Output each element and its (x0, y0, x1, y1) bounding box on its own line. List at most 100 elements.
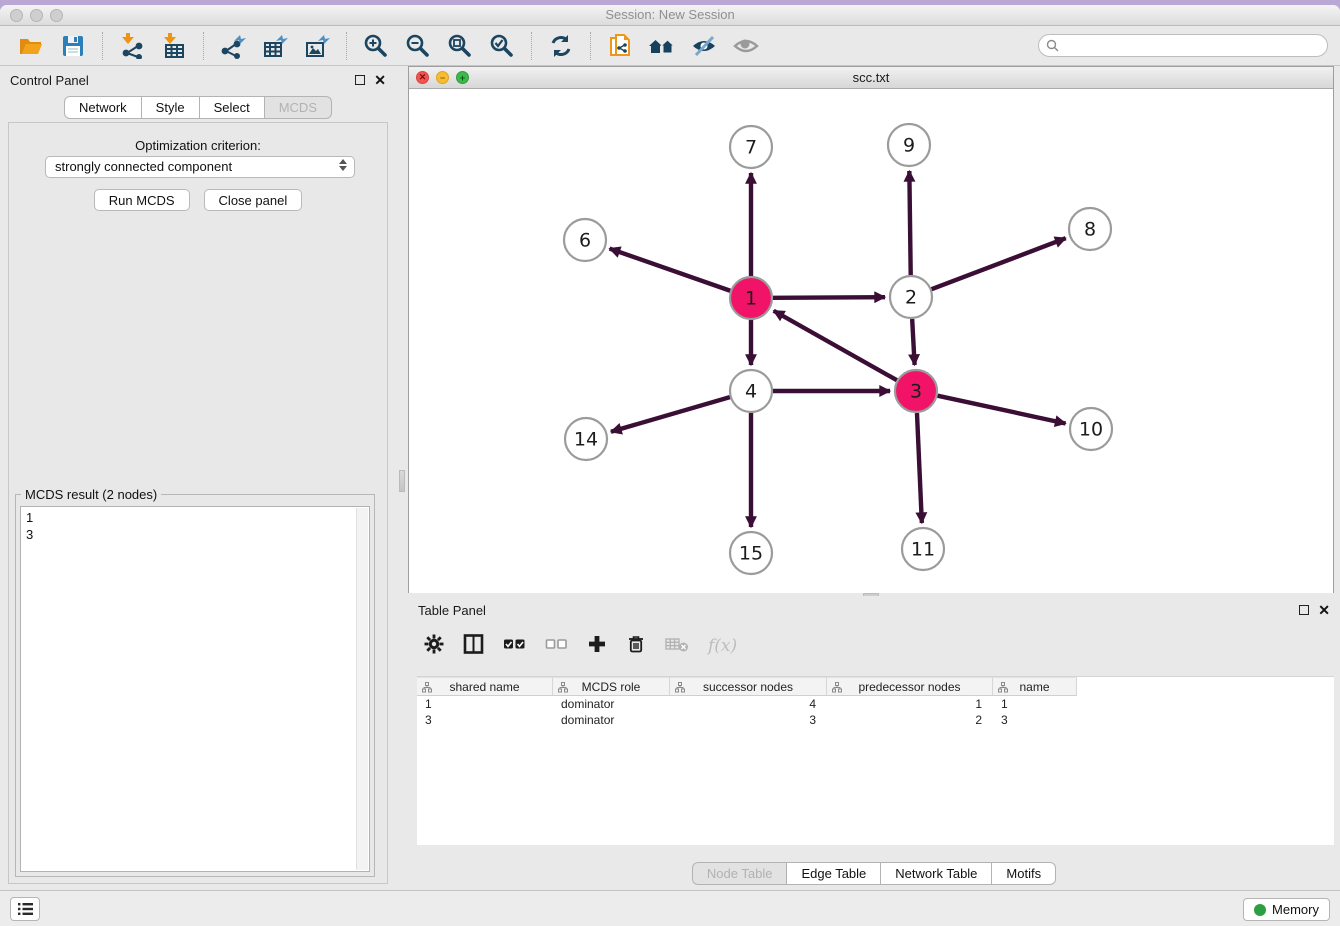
mcds-result-text[interactable]: 13 (20, 506, 370, 872)
tab-network[interactable]: Network (64, 96, 142, 119)
save-session-icon[interactable] (56, 30, 90, 62)
tab-select[interactable]: Select (200, 96, 265, 119)
mcds-panel: Optimization criterion: strongly connect… (8, 122, 388, 884)
column-header-MCDS-role[interactable]: MCDS role (553, 677, 670, 696)
export-table-icon[interactable] (258, 30, 292, 62)
table-cell[interactable]: 2 (827, 712, 993, 728)
search-icon (1046, 39, 1059, 52)
first-neighbors-icon[interactable] (645, 30, 679, 62)
delete-rows-icon[interactable] (626, 634, 646, 659)
tab-network-table[interactable]: Network Table (881, 862, 992, 885)
float-panel-icon[interactable] (1299, 605, 1309, 615)
network-window: ✕ − + scc.txt 1234678910111415 (408, 66, 1334, 593)
result-line: 3 (26, 526, 364, 543)
graph-node-label: 11 (911, 539, 935, 561)
control-panel-tabs: NetworkStyleSelectMCDS (0, 96, 396, 119)
table-toolbar: f(x) (424, 628, 737, 664)
table-cell[interactable]: dominator (553, 712, 670, 728)
graph-node-label: 2 (905, 287, 917, 309)
task-history-button[interactable] (10, 897, 40, 921)
column-header-successor-nodes[interactable]: successor nodes (670, 677, 827, 696)
memory-button[interactable]: Memory (1243, 898, 1330, 921)
zoom-out-icon[interactable] (401, 30, 435, 62)
graph-edge-3-1[interactable] (774, 311, 897, 380)
select-all-icon[interactable] (503, 634, 526, 659)
table-cell[interactable]: 3 (993, 712, 1077, 728)
graph-edge-2-9[interactable] (909, 171, 910, 275)
graph-edge-3-10[interactable] (937, 396, 1065, 424)
close-panel-icon[interactable]: ✕ (1318, 605, 1330, 615)
table-cell[interactable]: 1 (993, 696, 1077, 712)
select-arrows-icon (339, 159, 347, 171)
graph-node-label: 10 (1079, 419, 1103, 441)
search-container (1038, 34, 1328, 57)
column-header-predecessor-nodes[interactable]: predecessor nodes (827, 677, 993, 696)
graph-node-label: 1 (745, 288, 757, 310)
column-header-name[interactable]: name (993, 677, 1077, 696)
vertical-splitter[interactable] (396, 66, 408, 890)
table-cell[interactable]: 4 (670, 696, 827, 712)
table-cell[interactable]: 3 (670, 712, 827, 728)
network-title: scc.txt (409, 67, 1333, 88)
apply-layout-icon[interactable] (544, 30, 578, 62)
graph-node-label: 8 (1084, 219, 1096, 241)
tab-style[interactable]: Style (142, 96, 200, 119)
close-panel-button[interactable]: Close panel (204, 189, 303, 211)
criterion-select[interactable]: strongly connected component (45, 156, 355, 178)
tab-node-table[interactable]: Node Table (692, 862, 788, 885)
open-file-icon[interactable] (14, 30, 48, 62)
zoom-window-button[interactable] (50, 9, 63, 22)
graph-edge-1-2[interactable] (773, 297, 885, 298)
memory-label: Memory (1272, 902, 1319, 917)
network-zoom-button[interactable]: + (456, 71, 469, 84)
tab-mcds[interactable]: MCDS (265, 96, 332, 119)
tab-motifs[interactable]: Motifs (992, 862, 1056, 885)
table-panel: Table Panel ✕ (408, 596, 1340, 890)
network-minimize-button[interactable]: − (436, 71, 449, 84)
table-cell[interactable]: 1 (827, 696, 993, 712)
table-cell[interactable]: dominator (553, 696, 670, 712)
zoom-selected-icon[interactable] (485, 30, 519, 62)
add-row-icon[interactable] (587, 634, 607, 659)
zoom-fit-icon[interactable] (443, 30, 477, 62)
result-line: 1 (26, 509, 364, 526)
float-panel-icon[interactable] (355, 75, 365, 85)
graph-edge-3-11[interactable] (917, 413, 922, 523)
main-titlebar: Session: New Session (0, 5, 1340, 26)
close-window-button[interactable] (10, 9, 23, 22)
export-image-icon[interactable] (300, 30, 334, 62)
splitter-grip[interactable] (399, 470, 405, 492)
table-cell[interactable]: 3 (417, 712, 553, 728)
minimize-window-button[interactable] (30, 9, 43, 22)
node-table: shared nameMCDS rolesuccessor nodesprede… (417, 676, 1334, 845)
show-columns-icon[interactable] (463, 634, 484, 659)
hide-selected-icon[interactable] (687, 30, 721, 62)
settings-icon[interactable] (424, 634, 444, 659)
graph-edge-2-8[interactable] (932, 238, 1066, 289)
show-all-icon[interactable] (729, 30, 763, 62)
graph-edge-2-3[interactable] (912, 319, 914, 365)
close-panel-icon[interactable]: ✕ (374, 75, 386, 85)
table-tabs: Node TableEdge TableNetwork TableMotifs (408, 862, 1340, 885)
table-cell[interactable]: 1 (417, 696, 553, 712)
network-close-button[interactable]: ✕ (416, 71, 429, 84)
zoom-in-icon[interactable] (359, 30, 393, 62)
table-row[interactable]: 1dominator411 (417, 696, 1334, 712)
network-window-titlebar: ✕ − + scc.txt (409, 67, 1333, 89)
graph-edge-4-14[interactable] (611, 397, 730, 432)
result-scrollbar[interactable] (356, 508, 368, 870)
deselect-all-icon[interactable] (545, 634, 568, 659)
new-network-from-selection-icon[interactable] (603, 30, 637, 62)
toolbar-separator (531, 32, 532, 60)
tab-edge-table[interactable]: Edge Table (787, 862, 881, 885)
column-header-shared-name[interactable]: shared name (417, 677, 553, 696)
toolbar-separator (102, 32, 103, 60)
network-canvas-svg[interactable]: 1234678910111415 (409, 89, 1333, 593)
table-row[interactable]: 3dominator323 (417, 712, 1334, 728)
search-input[interactable] (1038, 34, 1328, 57)
import-table-icon[interactable] (157, 30, 191, 62)
graph-edge-1-6[interactable] (610, 249, 731, 291)
run-mcds-button[interactable]: Run MCDS (94, 189, 190, 211)
import-network-icon[interactable] (115, 30, 149, 62)
export-network-icon[interactable] (216, 30, 250, 62)
